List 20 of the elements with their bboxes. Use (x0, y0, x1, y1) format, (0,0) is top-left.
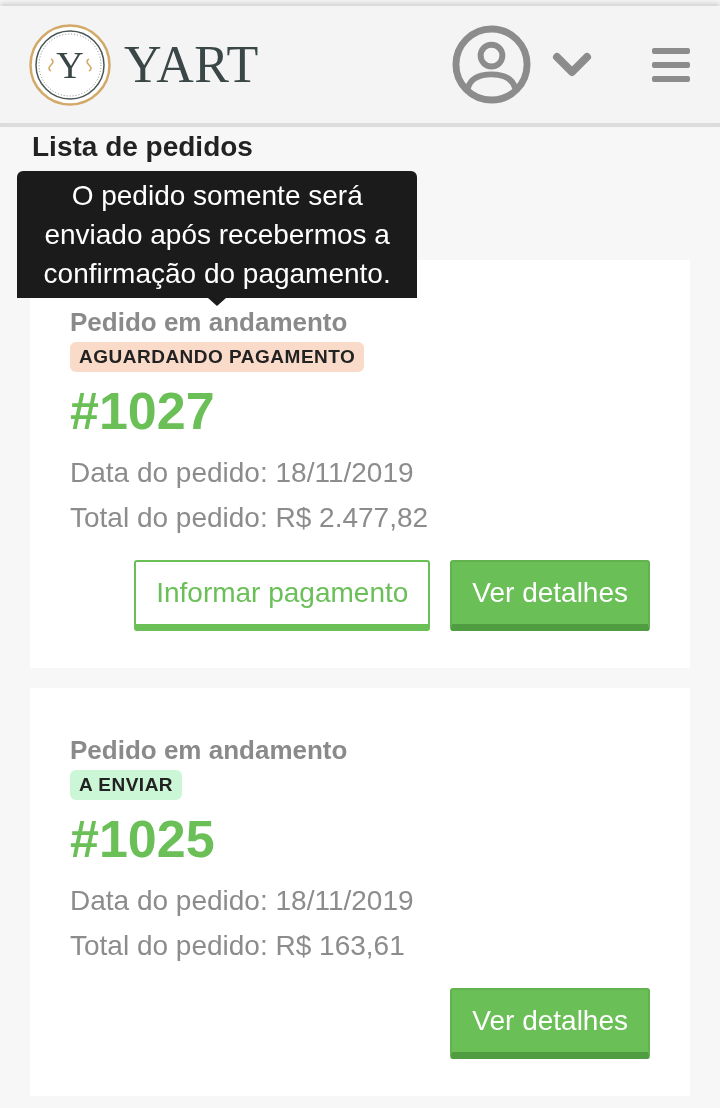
order-status-title: Pedido em andamento (70, 734, 349, 766)
order-number: #1025 (70, 810, 216, 868)
inform-payment-button[interactable]: Informar pagamento (134, 560, 431, 631)
order-date: Data do pedido: 18/11/2019 (70, 884, 415, 918)
status-badge: A ENVIAR (70, 770, 183, 800)
order-total: Total do pedido: R$ 2.477,82 (70, 501, 430, 535)
account-icon[interactable] (452, 25, 531, 104)
chevron-down-icon[interactable] (552, 51, 592, 78)
brand-name: YART (124, 34, 259, 95)
details-button[interactable]: Ver detalhes (450, 988, 650, 1059)
order-status-title: Pedido em andamento (70, 306, 349, 338)
status-badge: AGUARDANDO PAGAMENTO (70, 342, 365, 372)
menu-icon[interactable] (652, 47, 690, 82)
logo-emblem[interactable]: Y (29, 23, 111, 106)
order-number: #1027 (70, 382, 216, 440)
details-button[interactable]: Ver detalhes (450, 560, 650, 631)
page-title: Lista de pedidos (32, 131, 253, 163)
order-total: Total do pedido: R$ 163,61 (70, 929, 406, 963)
tooltip: O pedido somente será enviado após recebermos a confirmação do pagamento. (17, 171, 418, 306)
order-date: Data do pedido: 18/11/2019 (70, 456, 415, 490)
